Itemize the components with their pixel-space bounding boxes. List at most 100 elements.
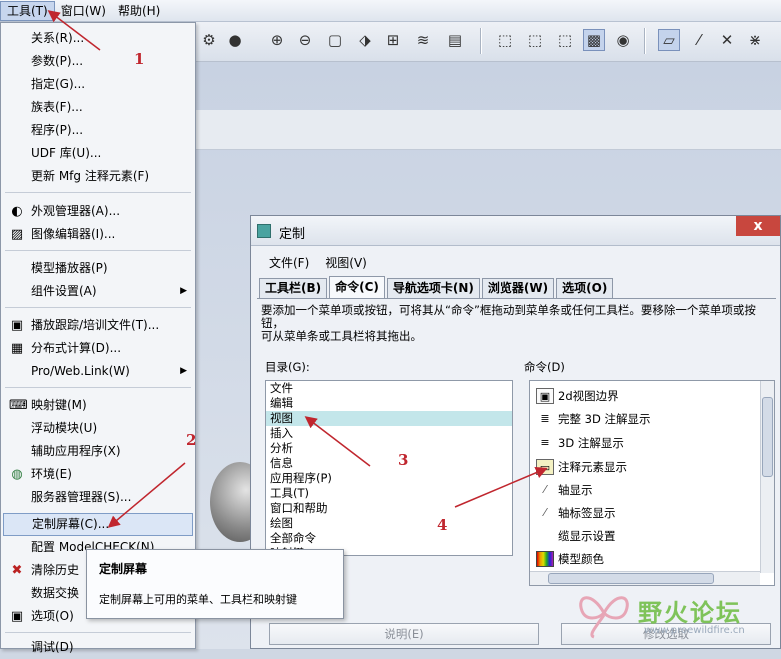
- list-item[interactable]: 全部命令: [266, 531, 512, 546]
- dialog-title-bar[interactable]: 定制 x: [251, 216, 780, 246]
- menu-separator: [5, 192, 191, 193]
- menu-item-relations[interactable]: 关系(R)...: [3, 27, 193, 50]
- tab-navigation[interactable]: 导航选项卡(N): [386, 278, 480, 298]
- command-item[interactable]: ≣ 完整 3D 注解显示: [536, 408, 650, 430]
- shaded-icon[interactable]: ▩: [583, 29, 605, 51]
- command-item[interactable]: ⁄ 轴显示: [536, 479, 592, 501]
- list-item[interactable]: 工具(T): [266, 486, 512, 501]
- command-item[interactable]: ≡ 3D 注解显示: [536, 432, 623, 454]
- main-toolbar: ⚙ ● ⊕ ⊖ ▢ ⬗ ⊞ ≋ ▤ ⬚ ⬚ ⬚ ▩ ◉ ▱ ⁄ ✕ ⋇ ♁: [196, 22, 781, 145]
- menu-item-assembly-settings[interactable]: 组件设置(A) ▶: [3, 280, 193, 303]
- menu-item-playback-trail[interactable]: ▣ 播放跟踪/培训文件(T)...: [3, 314, 193, 337]
- command-list: ▣ 2d视图边界 ≣ 完整 3D 注解显示 ≡ 3D 注解显示 ▭ 注释元素显示 ⁄ 轴显…: [529, 380, 775, 586]
- menu-item-pro-web-link[interactable]: Pro/Web.Link(W) ▶: [3, 360, 193, 383]
- scroll-thumb[interactable]: [548, 573, 714, 584]
- menu-item-assign[interactable]: 指定(G)...: [3, 73, 193, 96]
- datum-planes-icon[interactable]: ▱: [658, 29, 680, 51]
- commands-label: 命令(D): [524, 360, 565, 374]
- tooltip-body: 定制屏幕上可用的菜单、工具栏和映射键: [99, 593, 297, 606]
- zoom-out-icon[interactable]: ⊖: [294, 29, 316, 51]
- model-color-icon: [536, 551, 554, 567]
- datum-axes-icon[interactable]: ⁄: [688, 29, 710, 51]
- list-item[interactable]: 绘图: [266, 516, 512, 531]
- menu-item-parameters[interactable]: 参数(P)...: [3, 50, 193, 73]
- command-item[interactable]: ▭ 注释元素显示: [536, 456, 627, 478]
- tab-commands[interactable]: 命令(C): [329, 276, 385, 298]
- dialog-title: 定制: [279, 227, 306, 242]
- view-manager-icon[interactable]: ▤: [444, 29, 466, 51]
- mapkey-icon: ⌨: [9, 398, 28, 413]
- refit-icon[interactable]: ▢: [324, 29, 346, 51]
- menu-window[interactable]: 窗口(W): [55, 1, 112, 21]
- menu-item-mapkeys[interactable]: ⌨ 映射键(M): [3, 394, 193, 417]
- list-item[interactable]: 文件: [266, 381, 512, 396]
- list-item[interactable]: 应用程序(P): [266, 471, 512, 486]
- saved-views-icon[interactable]: ⊞: [382, 29, 404, 51]
- menu-tools[interactable]: 工具(T): [0, 0, 55, 21]
- tooltip: 定制屏幕 定制屏幕上可用的菜单、工具栏和映射键: [86, 549, 344, 619]
- tab-toolbars[interactable]: 工具栏(B): [259, 278, 328, 298]
- menu-item-appearance-manager[interactable]: ◐ 外观管理器(A)...: [3, 200, 193, 223]
- tooltip-title: 定制屏幕: [99, 562, 148, 576]
- list-item[interactable]: 窗口和帮助: [266, 501, 512, 516]
- datum-points-icon[interactable]: ✕: [716, 29, 738, 51]
- menu-item-server-manager[interactable]: 服务器管理器(S)...: [3, 486, 193, 509]
- dialog-icon: [257, 224, 271, 238]
- appearance-icon: ◐: [11, 204, 23, 219]
- command-item[interactable]: 模型颜色: [536, 548, 604, 570]
- reorient-icon[interactable]: ⬗: [354, 29, 376, 51]
- distributed-icon: ▦: [10, 341, 24, 356]
- toolbar-separator: [644, 28, 646, 54]
- menu-item-image-editor[interactable]: ▨ 图像编辑器(I)...: [3, 223, 193, 246]
- annotation-element-icon: ▭: [536, 459, 554, 475]
- command-list-vscrollbar[interactable]: [760, 381, 774, 573]
- cable-icon: [536, 528, 554, 544]
- dialog-menu-file[interactable]: 文件(F): [269, 254, 309, 271]
- menu-item-update-mfg[interactable]: 更新 Mfg 注释元素(F): [3, 165, 193, 188]
- layers-icon[interactable]: ≋: [412, 29, 434, 51]
- list-item[interactable]: 插入: [266, 426, 512, 441]
- no-hidden-icon[interactable]: ⬚: [554, 29, 576, 51]
- shading-sphere-icon[interactable]: ●: [224, 29, 246, 51]
- menu-item-family-table[interactable]: 族表(F)...: [3, 96, 193, 119]
- environment-icon: ◍: [11, 467, 23, 482]
- zoom-in-icon[interactable]: ⊕: [266, 29, 288, 51]
- menu-item-debug[interactable]: 调试(D): [3, 636, 193, 659]
- list-item[interactable]: 信息: [266, 456, 512, 471]
- command-list-hscrollbar[interactable]: [530, 571, 760, 585]
- menu-separator: [5, 387, 191, 388]
- menu-separator: [5, 632, 191, 633]
- menu-item-floating-modules[interactable]: 浮动模块(U): [3, 417, 193, 440]
- view-boundary-icon: ▣: [536, 388, 554, 404]
- spin-center-icon[interactable]: ⚙: [198, 29, 220, 51]
- menu-help[interactable]: 帮助(H): [112, 1, 166, 21]
- scroll-thumb[interactable]: [762, 397, 773, 477]
- list-item[interactable]: 编辑: [266, 396, 512, 411]
- list-item[interactable]: 分析: [266, 441, 512, 456]
- tab-options[interactable]: 选项(O): [556, 278, 614, 298]
- tab-browser[interactable]: 浏览器(W): [481, 278, 555, 298]
- butterfly-logo-icon: [579, 596, 629, 639]
- annotation-number-2: 2: [186, 431, 197, 449]
- command-item[interactable]: ⁄ 轴标签显示: [536, 502, 615, 524]
- menu-item-udf-library[interactable]: UDF 库(U)...: [3, 142, 193, 165]
- wireframe-icon[interactable]: ⬚: [494, 29, 516, 51]
- menu-item-auxiliary-apps[interactable]: 辅助应用程序(X): [3, 440, 193, 463]
- menu-item-model-player[interactable]: 模型播放器(P): [3, 257, 193, 280]
- menu-separator: [5, 307, 191, 308]
- menu-item-program[interactable]: 程序(P)...: [3, 119, 193, 142]
- watermark-url: www.proewildfire.cn: [644, 625, 745, 636]
- hidden-line-icon[interactable]: ⬚: [524, 29, 546, 51]
- menu-item-distributed-computing[interactable]: ▦ 分布式计算(D)...: [3, 337, 193, 360]
- command-item[interactable]: 缆显示设置: [536, 525, 616, 547]
- list-item-selected[interactable]: 视图: [266, 411, 512, 426]
- coordinate-systems-icon[interactable]: ⋇: [744, 29, 766, 51]
- dialog-menu-view[interactable]: 视图(V): [325, 254, 367, 271]
- menu-item-customize-screen[interactable]: 定制屏幕(C)...: [3, 513, 193, 536]
- command-item[interactable]: ▣ 2d视图边界: [536, 385, 619, 407]
- watermark: 野火论坛 www.proewildfire.cn: [574, 585, 774, 645]
- description-button[interactable]: 说明(E): [269, 623, 539, 645]
- close-button[interactable]: x: [736, 216, 780, 236]
- menu-item-environment[interactable]: ◍ 环境(E): [3, 463, 193, 486]
- appearance-gallery-icon[interactable]: ◉: [612, 29, 634, 51]
